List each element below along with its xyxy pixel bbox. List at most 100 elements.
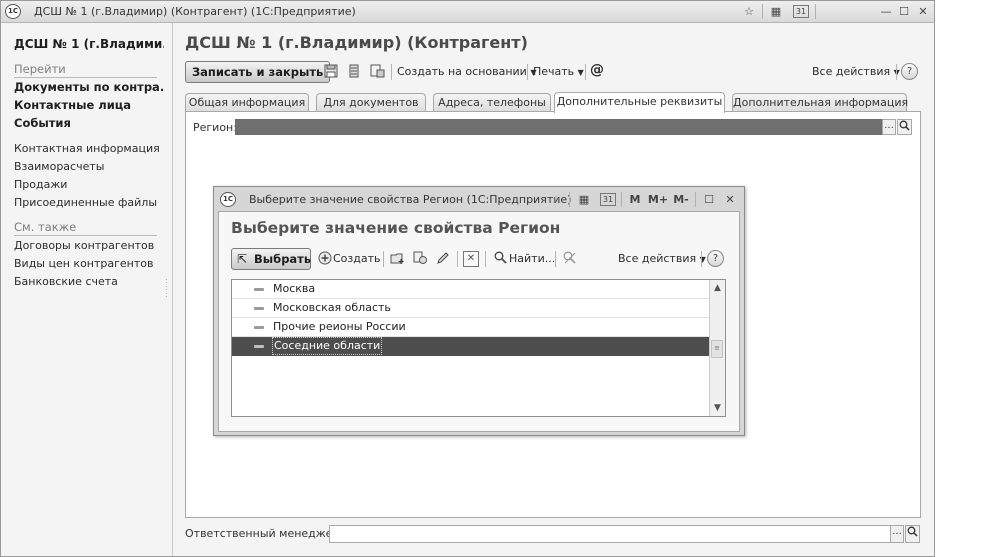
region-field[interactable] — [235, 119, 883, 135]
calculator-icon[interactable]: ▦ — [576, 192, 592, 207]
manager-field[interactable] — [329, 525, 891, 543]
nav-link-settlements[interactable]: Взаиморасчеты — [14, 160, 104, 173]
item-element-icon — [254, 288, 264, 291]
email-at-icon[interactable]: @ — [590, 62, 604, 78]
form-toolbar: Записать и закрыть Создать на основании … — [185, 61, 920, 85]
find-button[interactable]: Найти... — [509, 252, 555, 265]
list-item-selected[interactable]: Соседние области — [232, 337, 710, 356]
document-structure-icon[interactable] — [369, 64, 385, 80]
create-based-on-menu[interactable]: Создать на основании ▼ — [397, 65, 537, 78]
all-actions-label: Все действия — [618, 252, 697, 265]
nav-link-documents[interactable]: Документы по контра... — [14, 80, 164, 94]
search-icon[interactable] — [492, 251, 508, 267]
nav-link-events[interactable]: События — [14, 116, 164, 130]
tab-addresses-phones[interactable]: Адреса, телефоны — [433, 93, 551, 112]
main-titlebar: 1С ДСШ № 1 (г.Владимир) (Контрагент) (1С… — [1, 1, 934, 23]
toolbar-separator — [527, 64, 528, 80]
copy-icon[interactable] — [412, 251, 428, 267]
select-button[interactable]: ⇱ Выбрать — [231, 248, 311, 270]
manager-label: Ответственный менеджер: — [185, 527, 344, 540]
save-and-close-button[interactable]: Записать и закрыть — [185, 61, 331, 83]
nav-link-contracts[interactable]: Договоры контрагентов — [14, 239, 154, 252]
item-element-icon — [254, 307, 264, 310]
nav-link-contact-info[interactable]: Контактная информация — [14, 142, 160, 155]
manager-select-button[interactable]: ... — [890, 525, 904, 543]
calendar-icon[interactable]: 31 — [600, 193, 616, 206]
list-item[interactable]: Москва — [232, 280, 710, 299]
1c-logo-icon[interactable]: 1С — [5, 4, 21, 19]
favorite-icon[interactable]: ☆ — [741, 4, 757, 19]
memory-plus-button[interactable]: M+ — [647, 192, 669, 207]
nav-link-attached-files[interactable]: Присоединенные файлы — [14, 196, 157, 209]
close-button[interactable]: ✕ — [722, 192, 738, 207]
dialog-help-button[interactable]: ? — [707, 250, 724, 267]
nav-link-contact-persons[interactable]: Контактные лица — [14, 98, 164, 112]
region-list[interactable]: Москва Московская область Прочие реионы … — [231, 279, 726, 417]
dialog-all-actions-menu[interactable]: Все действия ▼ — [618, 252, 706, 265]
create-button[interactable]: Создать — [333, 252, 381, 265]
region-select-button[interactable]: ... — [882, 119, 896, 135]
calculator-icon[interactable]: ▦ — [768, 4, 784, 19]
toolbar-separator — [896, 64, 897, 80]
tab-additional-requisites[interactable]: Дополнительные реквизиты — [554, 92, 725, 113]
toolbar-separator — [555, 251, 556, 267]
minimize-button[interactable]: — — [878, 4, 894, 19]
chevron-down-icon: ▼ — [577, 68, 584, 77]
list-item[interactable]: Московская область — [232, 299, 710, 318]
nav-section-see-also: См. также — [14, 220, 157, 236]
toolbar-separator — [585, 64, 586, 80]
help-button[interactable]: ? — [901, 63, 918, 80]
scroll-down-icon[interactable]: ▼ — [710, 400, 725, 416]
titlebar-separator — [815, 4, 816, 19]
close-button[interactable]: ✕ — [915, 4, 931, 19]
create-folder-icon[interactable] — [389, 251, 405, 267]
1c-logo-icon[interactable]: 1С — [220, 192, 236, 207]
maximize-button[interactable]: ☐ — [701, 192, 717, 207]
tab-general-info[interactable]: Общая информация — [185, 93, 309, 112]
manager-open-icon[interactable] — [905, 525, 920, 543]
list-item-label: Прочие реионы России — [273, 320, 406, 333]
tab-for-documents[interactable]: Для документов — [316, 93, 426, 112]
titlebar-separator — [621, 192, 622, 207]
create-plus-icon[interactable] — [317, 251, 333, 267]
region-label: Регион: — [193, 121, 237, 134]
all-actions-menu[interactable]: Все действия ▼ — [812, 65, 900, 78]
print-menu[interactable]: Печать ▼ — [533, 65, 584, 78]
form-title: ДСШ № 1 (г.Владимир) (Контрагент) — [185, 33, 528, 52]
maximize-button[interactable]: ☐ — [896, 4, 912, 19]
edit-pencil-icon[interactable] — [435, 251, 451, 267]
delete-mark-icon[interactable]: ✕ — [463, 251, 479, 267]
toolbar-separator — [391, 64, 392, 80]
window-title: ДСШ № 1 (г.Владимир) (Контрагент) (1С:Пр… — [34, 5, 356, 18]
cancel-search-icon[interactable] — [562, 251, 578, 267]
list-item-label: Соседние области — [272, 337, 383, 355]
favorite-icon[interactable]: ☆ — [548, 192, 564, 207]
nav-section-goto: Перейти — [14, 62, 157, 78]
memory-minus-button[interactable]: M- — [670, 192, 692, 207]
titlebar-separator — [569, 192, 570, 207]
scroll-up-icon[interactable]: ▲ — [710, 280, 725, 296]
splitter-handle[interactable]: ::: — [165, 277, 169, 299]
dialog-form-title: Выберите значение свойства Регион — [231, 219, 561, 237]
titlebar-separator — [695, 192, 696, 207]
list-icon[interactable] — [346, 64, 362, 80]
dialog-title: Выберите значение свойства Регион (1С:Пр… — [249, 193, 572, 206]
tab-additional-info[interactable]: Дополнительная информация — [732, 93, 908, 112]
nav-link-sales[interactable]: Продажи — [14, 178, 67, 191]
select-button-label: Выбрать — [254, 252, 312, 266]
calendar-icon[interactable]: 31 — [793, 5, 809, 18]
toolbar-separator — [457, 251, 458, 267]
nav-link-bank-accounts[interactable]: Банковские счета — [14, 275, 118, 288]
list-item[interactable]: Прочие реионы России — [232, 318, 710, 337]
list-item-label: Москва — [273, 282, 316, 295]
form-tabs: Общая информация Для документов Адреса, … — [185, 92, 910, 113]
item-element-icon — [254, 326, 264, 329]
all-actions-label: Все действия — [812, 65, 891, 78]
nav-link-price-types[interactable]: Виды цен контрагентов — [14, 257, 153, 270]
toolbar-separator — [485, 251, 486, 267]
region-open-icon[interactable] — [897, 119, 912, 135]
save-icon[interactable] — [323, 64, 339, 80]
memory-button[interactable]: M — [627, 192, 643, 207]
scroll-thumb[interactable]: ≡ — [711, 340, 723, 358]
list-scrollbar[interactable]: ▲ ≡ ▼ — [709, 280, 725, 416]
